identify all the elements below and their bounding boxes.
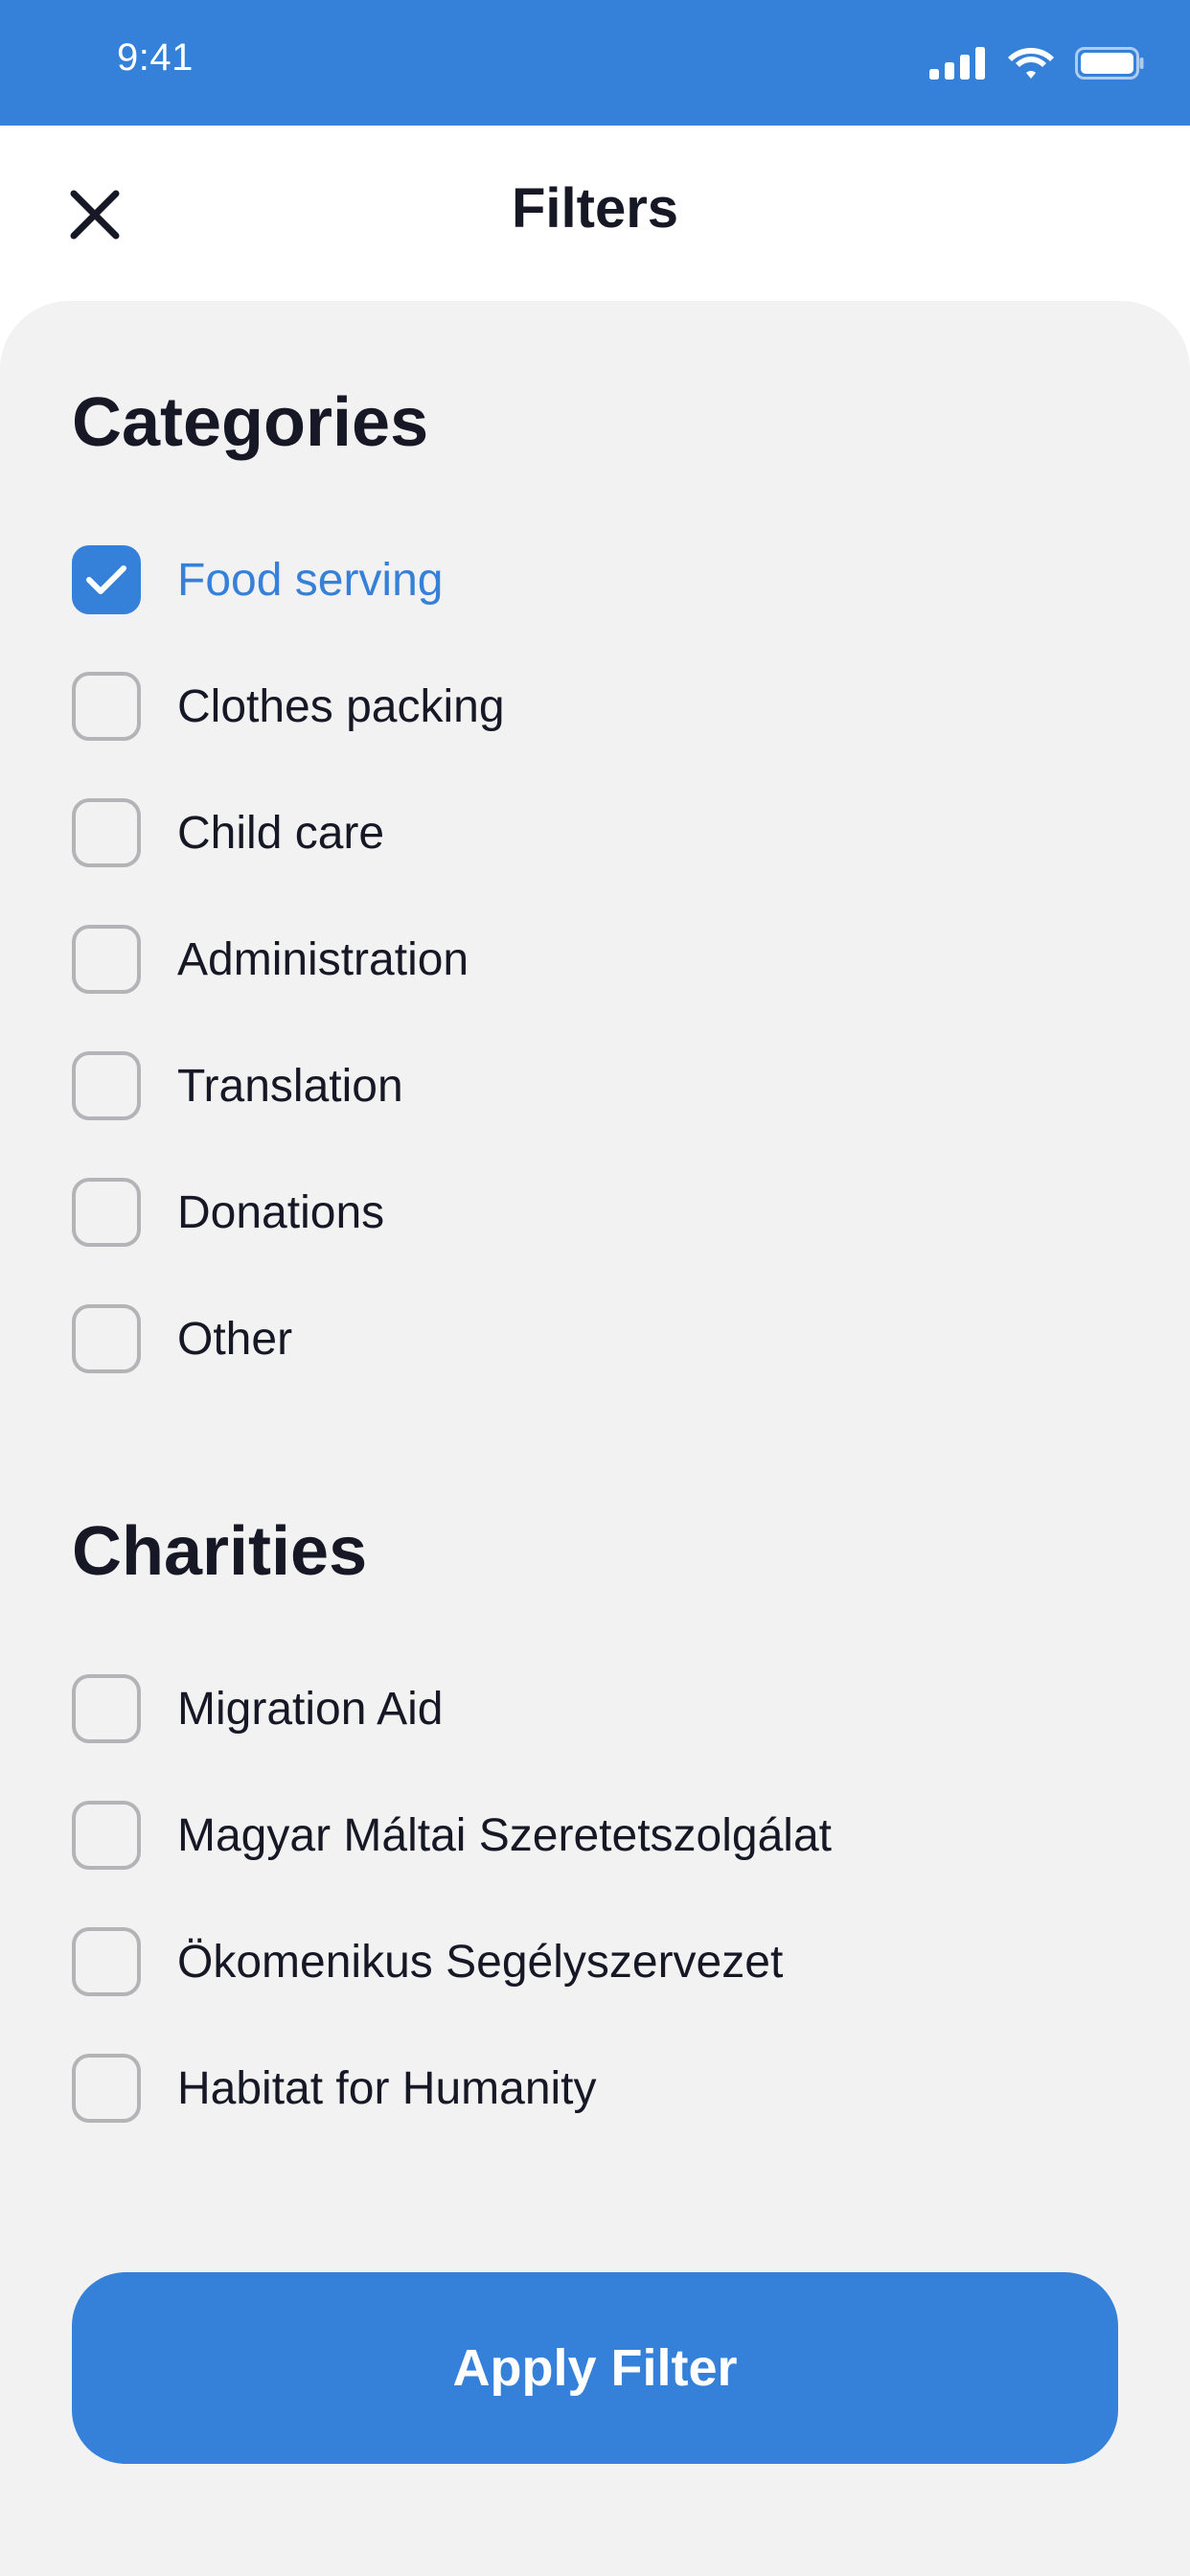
checkbox[interactable] xyxy=(72,1674,141,1743)
option-label: Clothes packing xyxy=(177,680,505,732)
checkmark-icon xyxy=(86,565,126,594)
categories-title: Categories xyxy=(72,384,429,461)
checkbox[interactable] xyxy=(72,925,141,994)
checkbox[interactable] xyxy=(72,1304,141,1373)
checkbox[interactable] xyxy=(72,1178,141,1247)
checkbox[interactable] xyxy=(72,1051,141,1120)
status-time: 9:41 xyxy=(117,36,194,79)
page-title: Filters xyxy=(511,177,679,240)
filter-option[interactable]: Child care xyxy=(72,770,1126,896)
categories-list: Food serving Clothes packing Child care Adm… xyxy=(72,517,1126,1402)
status-bar: 9:41 xyxy=(0,0,1190,126)
filter-option[interactable]: Food serving xyxy=(72,517,1126,643)
checkbox[interactable] xyxy=(72,672,141,741)
status-icons xyxy=(929,46,1144,80)
option-label: Other xyxy=(177,1313,293,1365)
option-label: Magyar Máltai Szeretetszolgálat xyxy=(177,1809,832,1861)
option-label: Migration Aid xyxy=(177,1683,444,1735)
checkbox[interactable] xyxy=(72,798,141,867)
filter-option[interactable]: Habitat for Humanity xyxy=(72,2025,1126,2151)
checkbox[interactable] xyxy=(72,1801,141,1870)
option-label: Food serving xyxy=(177,554,444,606)
charities-list: Migration Aid Magyar Máltai Szeretetszolg… xyxy=(72,1645,1126,2151)
checkbox[interactable] xyxy=(72,545,141,614)
option-label: Child care xyxy=(177,807,385,859)
filter-option[interactable]: Donations xyxy=(72,1149,1126,1276)
option-label: Ökomenikus Segélyszervezet xyxy=(177,1936,784,1988)
filter-option[interactable]: Ökomenikus Segélyszervezet xyxy=(72,1898,1126,2025)
checkbox[interactable] xyxy=(72,2054,141,2123)
checkbox[interactable] xyxy=(72,1927,141,1996)
option-label: Donations xyxy=(177,1186,385,1238)
charities-title: Charities xyxy=(72,1513,368,1590)
apply-filter-button[interactable]: Apply Filter xyxy=(72,2272,1118,2464)
wifi-icon xyxy=(1008,48,1054,79)
filter-option[interactable]: Clothes packing xyxy=(72,643,1126,770)
battery-icon xyxy=(1075,47,1144,80)
option-label: Translation xyxy=(177,1060,403,1112)
filters-screen: 9:41 Filters Categories Food serving Clo… xyxy=(0,0,1190,2576)
signal-icon xyxy=(929,47,985,80)
filter-option[interactable]: Administration xyxy=(72,896,1126,1023)
filter-option[interactable]: Other xyxy=(72,1276,1126,1402)
filter-option[interactable]: Translation xyxy=(72,1023,1126,1149)
option-label: Habitat for Humanity xyxy=(177,2062,597,2114)
filter-option[interactable]: Magyar Máltai Szeretetszolgálat xyxy=(72,1772,1126,1898)
option-label: Administration xyxy=(177,933,469,985)
filter-option[interactable]: Migration Aid xyxy=(72,1645,1126,1772)
header: Filters xyxy=(0,126,1190,301)
